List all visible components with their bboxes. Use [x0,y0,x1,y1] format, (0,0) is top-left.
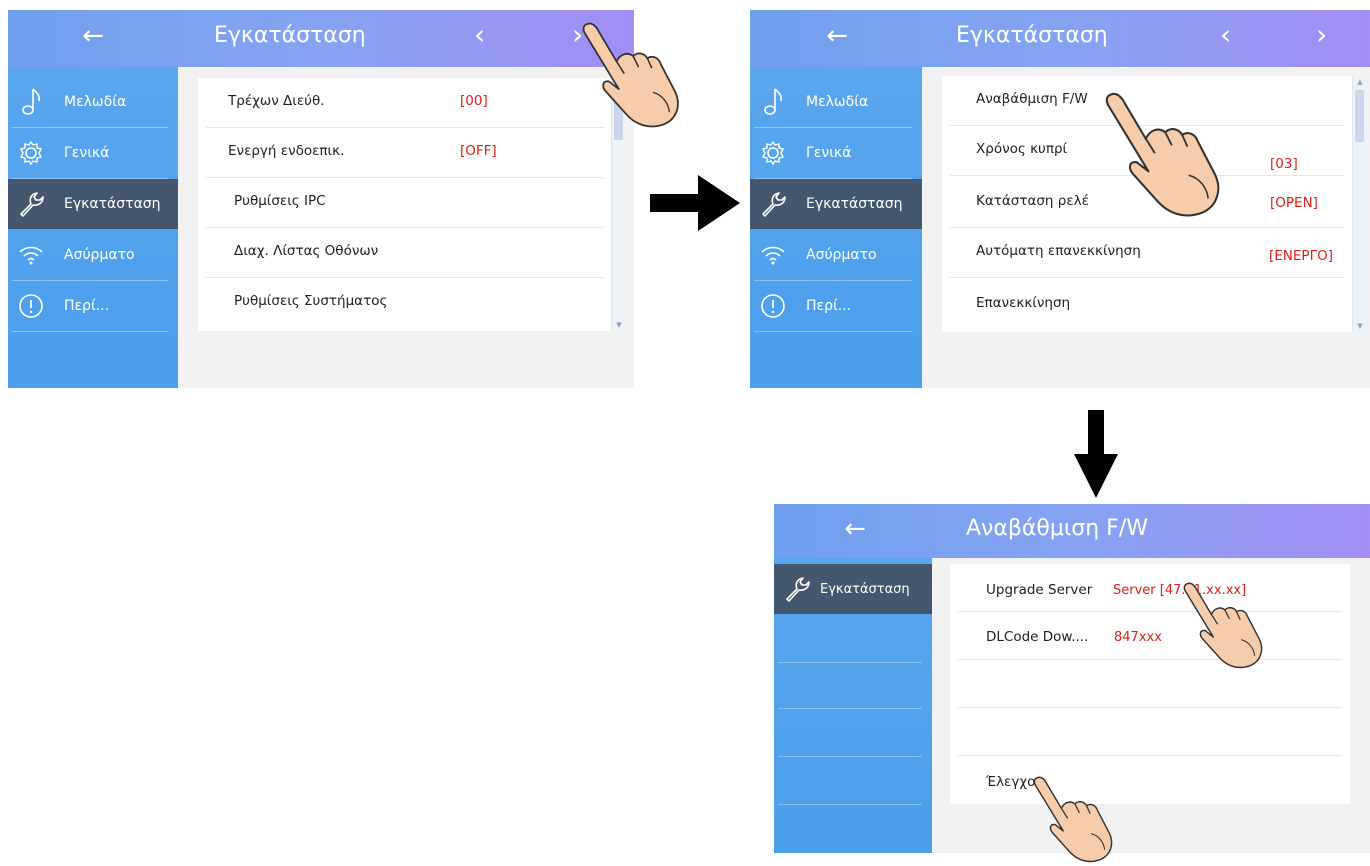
sidebar-item-melody[interactable]: Μελωδία [750,77,922,127]
list-item[interactable]: Διαχ. Λίστας Οθόνων [198,228,613,278]
arrow-left-icon: ← [826,21,848,51]
sidebar-item-installation[interactable]: Εγκατάσταση [8,179,178,229]
value-text: [00] [460,93,488,109]
back-button[interactable]: ← [812,21,862,51]
list-item[interactable]: DLCode Dow.... 847xxx [950,612,1350,660]
back-button[interactable]: ← [830,514,880,544]
arrow-right-icon [650,175,740,231]
sidebar-item-melody[interactable]: Μελωδία [8,77,178,127]
chevron-left-icon: ‹ [474,18,486,51]
list-item[interactable]: Αυτόματη επανεκκίνηση [ΕΝΕΡΓΟ] [942,228,1352,278]
value-text: [OFF] [460,143,497,159]
sidebar-item-about[interactable]: Περί... [8,281,178,331]
sidebar-item-label: Εγκατάσταση [806,196,903,212]
info-icon [19,294,43,318]
gear-icon [19,140,43,166]
screen-installation-page1: ← Εγκατάσταση ‹ › Μελωδία Γενικά Εγκατάσ… [8,10,634,388]
sidebar-item-label: Γενικά [64,145,110,161]
value-text: [03] [1270,156,1298,172]
music-note-icon [22,88,40,115]
prev-page-button[interactable]: ‹ [474,18,485,51]
list-item[interactable]: Ρυθμίσεις Συστήματος [198,278,613,328]
list-item[interactable]: Upgrade Server Server [47.91.xx.xx] [950,564,1350,612]
list-item[interactable]: Ρυθμίσεις IPC [198,178,613,228]
sidebar-item-installation[interactable]: Εγκατάσταση [750,179,922,229]
arrow-left-icon: ← [844,514,866,544]
tap-hand-icon [1105,92,1220,217]
back-button[interactable]: ← [68,21,118,51]
sidebar-item-about[interactable]: Περί... [750,281,922,331]
prev-page-button[interactable]: ‹ [1220,18,1231,51]
wifi-icon [19,246,43,265]
info-icon [761,294,785,318]
sidebar-item-label: Εγκατάσταση [820,581,910,597]
wrench-icon [786,577,810,602]
sidebar-item-general[interactable]: Γενικά [8,128,178,178]
tap-hand-icon [582,22,679,128]
sidebar: Μελωδία Γενικά Εγκατάσταση Ασύρματο Περί… [750,67,922,388]
wrench-icon [762,192,786,217]
chevron-right-icon: › [1316,18,1328,51]
settings-list: Τρέχων Διεύθ. [00] Ενεργή ενδοεπικ. [OFF] … [198,78,613,331]
sidebar-item-wireless[interactable]: Ασύρματο [750,230,922,280]
sidebar-item-label: Γενικά [806,145,852,161]
sidebar-item-label: Μελωδία [806,94,869,110]
value-text: [ΕΝΕΡΓΟ] [1269,248,1333,264]
list-item [950,708,1350,756]
sidebar-item-label: Ασύρματο [806,247,877,263]
list-item[interactable]: Τρέχων Διεύθ. [00] [198,78,613,128]
sidebar-item-label: Μελωδία [64,94,127,110]
tap-hand-icon [1183,582,1263,669]
arrow-left-icon: ← [82,21,104,51]
sidebar-item-label: Ασύρματο [64,247,135,263]
firmware-list: Upgrade Server Server [47.91.xx.xx] DLCod… [950,564,1350,804]
sidebar-item-label: Περί... [806,298,852,314]
music-note-icon [764,88,782,115]
arrow-down-icon [1074,410,1118,498]
sidebar-item-general[interactable]: Γενικά [750,128,922,178]
page-title: Αναβάθμιση F/W [966,516,1148,541]
value-text: 847xxx [1114,630,1162,645]
list-item [950,660,1350,708]
gear-icon [761,140,785,166]
value-text: [OPEN] [1270,195,1318,211]
sidebar: Μελωδία Γενικά Εγκατάσταση Ασύρματο Περί… [8,67,178,388]
sidebar: Εγκατάσταση [774,558,932,853]
top-bar: ← Εγκατάσταση ‹ › [750,10,1370,67]
sidebar-item-label: Περί... [64,298,110,314]
page-title: Εγκατάσταση [956,23,1108,48]
list-item[interactable]: Ενεργή ενδοεπικ. [OFF] [198,128,613,178]
top-bar: ← Εγκατάσταση ‹ › [8,10,634,67]
check-button[interactable]: Έλεγχος [950,756,1350,804]
sidebar-item-installation[interactable]: Εγκατάσταση [774,564,932,614]
list-item[interactable]: Επανεκκίνηση [942,280,1352,330]
screen-installation-page2: ← Εγκατάσταση ‹ › Μελωδία Γενικά Εγκατάσ… [750,10,1370,388]
top-bar: ← Αναβάθμιση F/W [774,504,1370,558]
sidebar-item-wireless[interactable]: Ασύρματο [8,230,178,280]
wrench-icon [20,192,44,217]
next-page-button[interactable]: › [1316,18,1327,51]
chevron-left-icon: ‹ [1220,18,1232,51]
sidebar-item-label: Εγκατάσταση [64,196,161,212]
page-title: Εγκατάσταση [214,23,366,48]
wifi-icon [761,246,785,265]
scrollbar[interactable]: ▲ ▼ [1352,76,1367,332]
